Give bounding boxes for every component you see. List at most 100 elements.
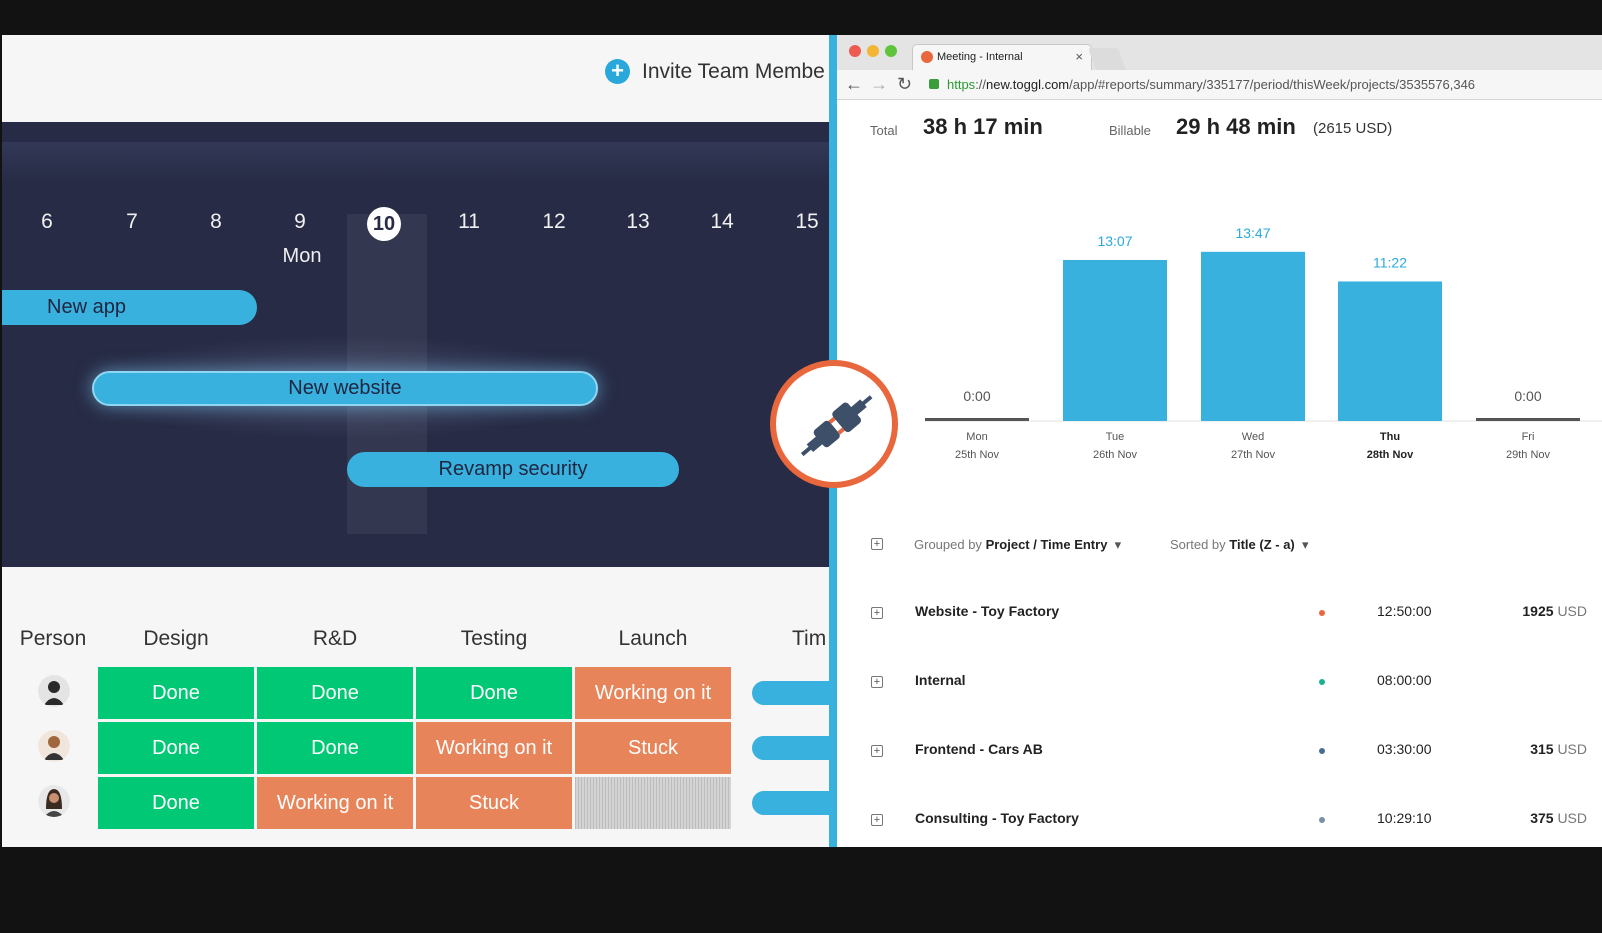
billable-amount: (2615 USD) [1313,120,1393,137]
new-tab-button[interactable] [1087,48,1127,70]
browser-tab[interactable]: Meeting - Internal × [912,44,1092,70]
status-cell-testing[interactable]: Working on it [416,722,572,774]
sorted-by-dropdown[interactable]: Sorted by Title (Z - a) ▾ [1170,537,1309,553]
project-board-app: + Invite Team Membe 6 7 8 9 10 11 12 13 … [2,35,840,847]
column-header-person: Person [19,627,87,650]
timeline-cell[interactable] [752,681,840,705]
column-header-testing: Testing [460,627,528,650]
status-cell-launch[interactable]: Stuck [575,722,731,774]
chart-x-tick-date: 29th Nov [1506,449,1551,461]
status-cell-launch[interactable] [575,777,731,829]
chart-x-tick-date: 28th Nov [1367,449,1414,461]
status-cell-launch[interactable]: Working on it [575,667,731,719]
status-cell-design[interactable]: Done [98,722,254,774]
avatar[interactable] [38,675,70,707]
timeline-header-blur [2,142,840,182]
total-label: Total [870,123,898,138]
browser-tab-strip: Meeting - Internal × [837,35,1602,70]
grouped-by-dropdown[interactable]: Grouped by Project / Time Entry ▾ [914,537,1121,553]
timeline-cell[interactable] [752,791,840,815]
status-cell-testing[interactable]: Stuck [416,777,572,829]
chart-x-tick-day: Fri [1522,431,1535,443]
column-header-rd: R&D [312,627,358,650]
maximize-window-icon[interactable] [885,45,897,57]
expand-icon[interactable]: + [871,814,883,826]
column-header-design: Design [143,627,209,650]
amount-value: 375 [1530,810,1554,826]
status-cell-design[interactable]: Done [98,667,254,719]
reload-icon[interactable]: ↻ [897,74,912,95]
status-cell-rd[interactable]: Working on it [257,777,413,829]
close-window-icon[interactable] [849,45,861,57]
browser-window: Meeting - Internal × ← → ↻ https://new.t… [837,35,1602,847]
billable-value: 29 h 48 min [1176,114,1296,139]
chart-value-label: 11:22 [1373,254,1407,270]
project-row[interactable]: + Frontend - Cars AB 03:30:00 315 USD [837,736,1602,766]
expand-icon[interactable]: + [871,676,883,688]
timeline-view: 6 7 8 9 10 11 12 13 14 15 Mon New app Ne… [2,122,840,567]
avatar[interactable] [38,785,70,817]
plug-icon [800,395,873,457]
integration-plug-badge [770,360,898,488]
url-field[interactable]: https://new.toggl.com/app/#reports/summa… [947,77,1475,92]
chart-bar[interactable] [1338,281,1442,421]
chart-zero-bar [1476,418,1580,421]
project-row[interactable]: + Consulting - Toy Factory 10:29:10 375 … [837,805,1602,835]
timeline-day: 11 [458,210,480,233]
back-icon[interactable]: ← [845,74,863,95]
project-name: Frontend - Cars AB [915,741,1043,757]
timeline-bar-new-website[interactable]: New website [92,371,598,406]
forward-icon[interactable]: → [870,74,888,95]
project-name: Website - Toy Factory [915,603,1060,619]
expand-icon[interactable]: + [871,745,883,757]
project-row[interactable]: + Internal 08:00:00 [837,667,1602,697]
column-header-launch: Launch [618,627,688,650]
chart-value-label: 0:00 [1514,388,1541,404]
timeline-cell[interactable] [752,736,840,760]
sorted-value: Title (Z - a) [1229,537,1295,552]
status-cell-testing[interactable]: Done [416,667,572,719]
chart-zero-bar [925,418,1029,421]
minimize-window-icon[interactable] [867,45,879,57]
daily-hours-chart: 0:00 Mon 25th Nov 13:07 Tue 26th Nov 13:47 Wed 2… [925,225,1602,461]
chart-x-tick-date: 27th Nov [1231,449,1276,461]
project-amount: 375 USD [1477,810,1587,826]
amount-currency: USD [1557,810,1587,826]
dropdown-caret-icon: ▾ [1298,537,1309,552]
project-color-dot [1319,679,1325,685]
chart-x-tick-day: Mon [966,431,987,443]
close-tab-icon[interactable]: × [1075,45,1083,69]
grouped-value: Project / Time Entry [985,537,1108,552]
total-value: 38 h 17 min [923,114,1043,139]
chart-bar[interactable] [1201,251,1305,421]
timeline-day: 12 [542,210,566,233]
project-name: Consulting - Toy Factory [915,810,1079,826]
invite-team-members-button[interactable]: + Invite Team Membe [605,59,825,84]
board-header: + Invite Team Membe [2,35,840,122]
timeline-day: 8 [210,210,222,233]
status-cell-rd[interactable]: Done [257,667,413,719]
project-duration: 12:50:00 [1377,603,1432,619]
timeline-bar-revamp-security[interactable]: Revamp security [347,452,679,487]
timeline-day: 7 [126,210,138,233]
chart-x-tick-day: Tue [1106,431,1125,443]
project-duration: 10:29:10 [1377,810,1432,826]
address-bar: ← → ↻ https://new.toggl.com/app/#reports… [837,70,1602,100]
status-cell-design[interactable]: Done [98,777,254,829]
chart-value-label: 13:07 [1097,233,1132,249]
chart-x-tick-day: Wed [1242,431,1264,443]
expand-icon[interactable]: + [871,607,883,619]
project-color-dot [1319,748,1325,754]
project-row[interactable]: + Website - Toy Factory 12:50:00 1925 US… [837,598,1602,628]
status-board: Person Design R&D Testing Launch Tim Don… [2,567,840,847]
report-controls: + Grouped by Project / Time Entry ▾ Sort… [837,525,1602,565]
status-cell-rd[interactable]: Done [257,722,413,774]
tab-title: Meeting - Internal [937,51,1023,63]
expand-all-icon[interactable]: + [871,538,883,550]
project-amount: 315 USD [1477,741,1587,757]
timeline-day: 15 [795,210,819,233]
avatar[interactable] [38,730,70,762]
project-duration: 08:00:00 [1377,672,1432,688]
chart-bar[interactable] [1063,259,1167,421]
timeline-bar-new-app[interactable]: New app [2,290,257,325]
